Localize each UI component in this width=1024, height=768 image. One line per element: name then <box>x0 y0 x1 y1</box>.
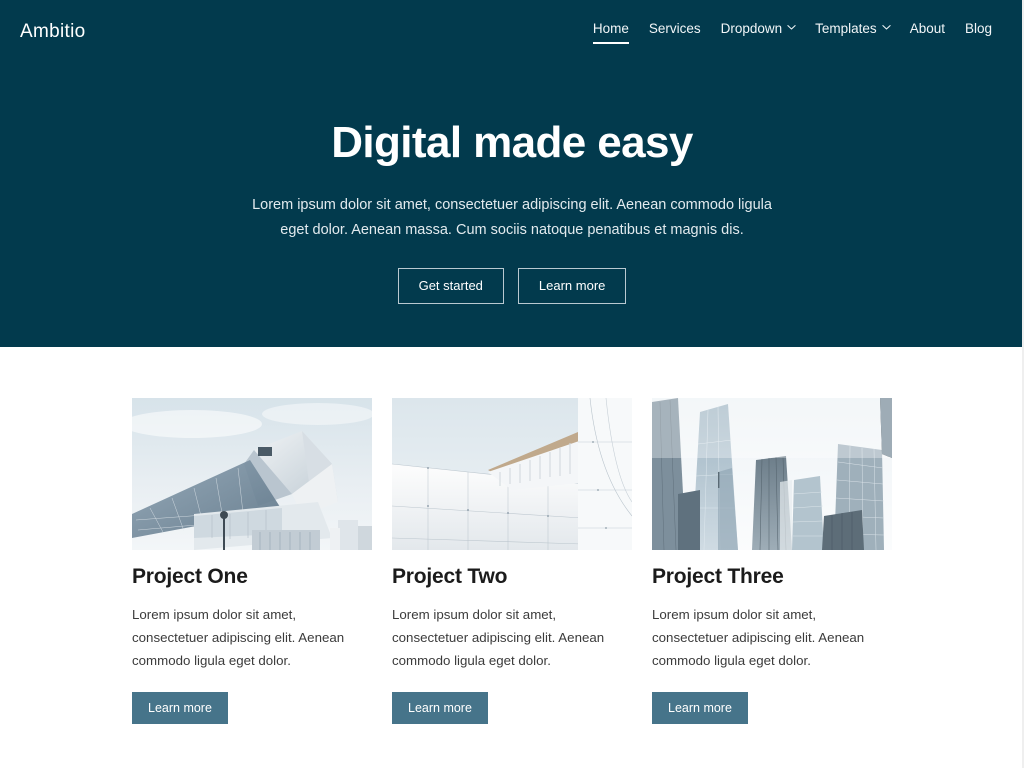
project-image-two <box>392 398 632 550</box>
project-text: Lorem ipsum dolor sit amet, consectetuer… <box>392 607 605 669</box>
project-text: Lorem ipsum dolor sit amet, consectetuer… <box>652 607 865 669</box>
project-card: Project One Lorem ipsum dolor sit amet, … <box>132 398 372 724</box>
project-learn-more-button[interactable]: Learn more <box>132 691 228 724</box>
get-started-button[interactable]: Get started <box>397 268 504 305</box>
project-title: Project One <box>132 565 248 588</box>
projects-section: Project One Lorem ipsum dolor sit amet, … <box>0 347 1024 724</box>
project-learn-more-button[interactable]: Learn more <box>652 691 748 724</box>
project-text: Lorem ipsum dolor sit amet, consectetuer… <box>132 607 345 669</box>
project-title: Project Two <box>392 565 508 588</box>
project-card: Project Two Lorem ipsum dolor sit amet, … <box>392 398 632 724</box>
project-image-one <box>132 398 372 550</box>
project-title: Project Three <box>652 565 784 588</box>
project-card: Project Three Lorem ipsum dolor sit amet… <box>652 398 892 724</box>
hero-title: Digital made easy <box>331 118 693 167</box>
project-learn-more-button[interactable]: Learn more <box>392 691 488 724</box>
hero-section: Ambitio Home Services Dropdown Templates <box>0 0 1024 347</box>
project-image-three <box>652 398 892 550</box>
learn-more-button[interactable]: Learn more <box>517 268 627 305</box>
hero-subtitle: Lorem ipsum dolor sit amet, consectetuer… <box>252 196 772 238</box>
hero-button-group: Get started Learn more <box>0 268 1024 305</box>
hero-content: Digital made easy Lorem ipsum dolor sit … <box>0 0 1024 305</box>
projects-row: Project One Lorem ipsum dolor sit amet, … <box>0 398 1024 724</box>
